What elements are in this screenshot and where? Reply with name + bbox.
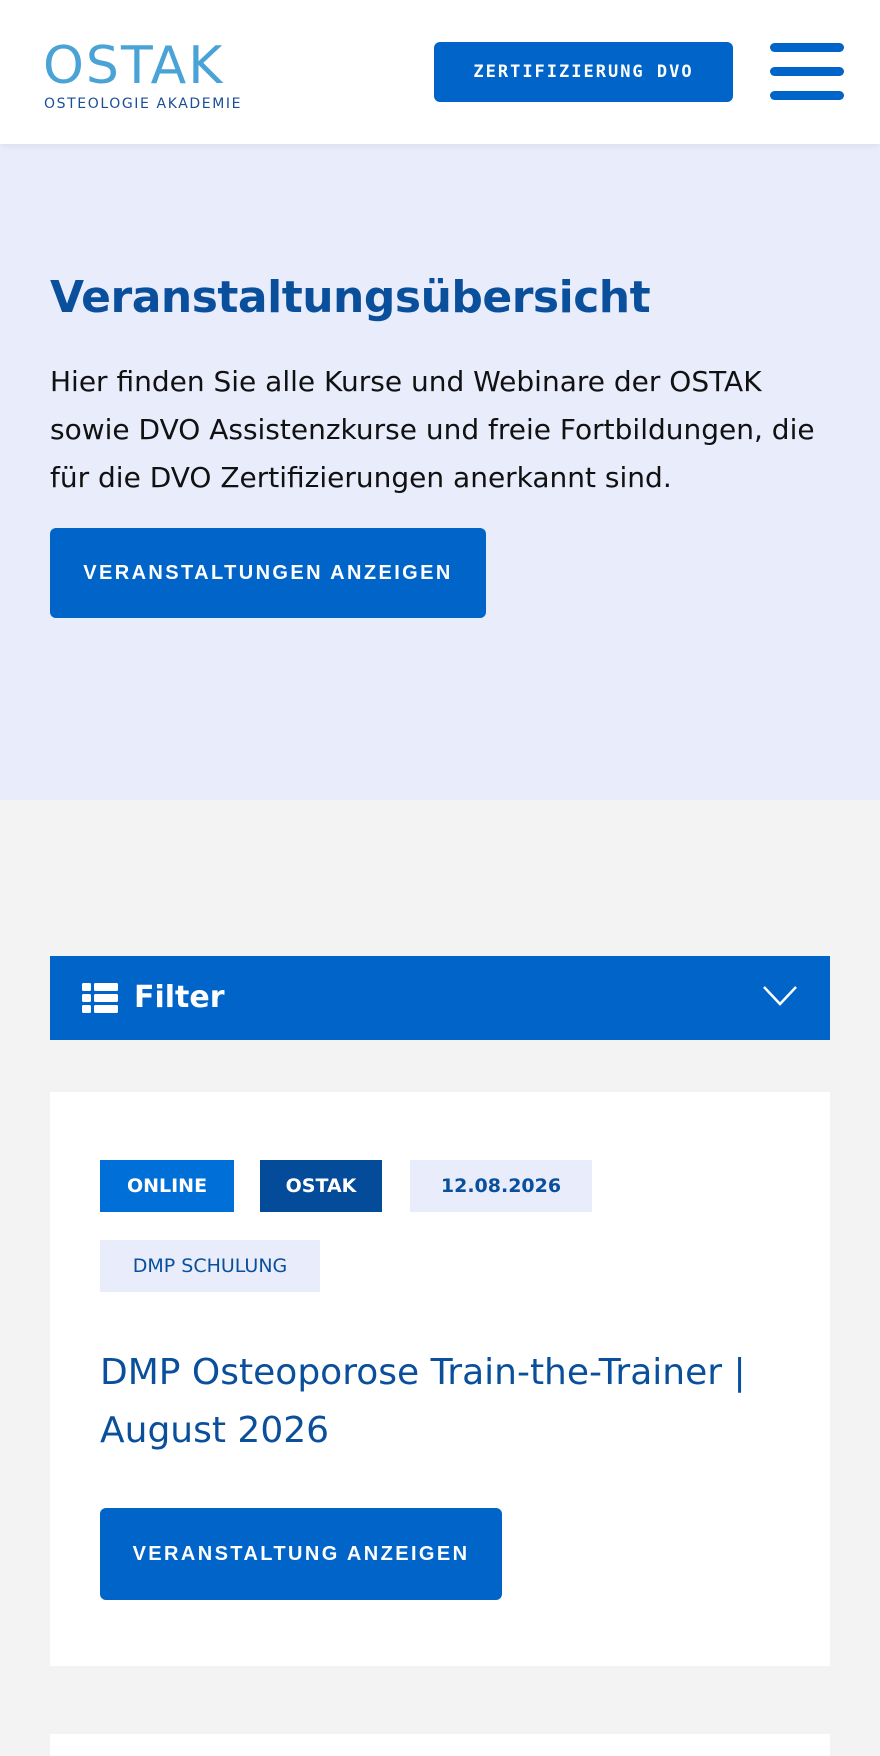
- show-events-button[interactable]: VERANSTALTUNGEN ANZEIGEN: [50, 528, 486, 618]
- filter-label: Filter: [134, 980, 225, 1015]
- show-event-button[interactable]: VERANSTALTUNG ANZEIGEN: [100, 1508, 502, 1600]
- logo-wordmark: OSTAK: [43, 36, 225, 96]
- event-tag-provider[interactable]: OSTAK: [260, 1160, 382, 1212]
- event-title[interactable]: DMP Osteoporose Train-the-Trainer | Augu…: [100, 1344, 780, 1460]
- event-tag-format[interactable]: ONLINE: [100, 1160, 234, 1212]
- chevron-down-icon: [763, 986, 797, 1006]
- certification-dvo-button[interactable]: ZERTIFIZIERUNG DVO: [434, 42, 733, 102]
- next-event-card: [50, 1734, 830, 1756]
- event-card: ONLINE OSTAK 12.08.2026 DMP SCHULUNG DMP…: [50, 1092, 830, 1666]
- site-header: OSTAK OSTEOLOGIE AKADEMIE ZERTIFIZIERUNG…: [0, 0, 880, 144]
- hero-description: Hier finden Sie alle Kurse und Webinare …: [50, 365, 815, 494]
- menu-bar: [770, 91, 844, 100]
- list-icon: [82, 983, 118, 1013]
- menu-bar: [770, 67, 844, 76]
- page-title: Veranstaltungsübersicht: [50, 272, 651, 323]
- hamburger-menu-icon[interactable]: [770, 43, 844, 101]
- event-tag-date: 12.08.2026: [410, 1160, 592, 1212]
- menu-bar: [770, 43, 844, 52]
- hero-section: Veranstaltungsübersicht Hier finden Sie …: [0, 144, 880, 800]
- logo-subtitle: OSTEOLOGIE AKADEMIE: [44, 96, 243, 112]
- filter-toggle[interactable]: Filter: [50, 956, 830, 1040]
- event-tag-category[interactable]: DMP SCHULUNG: [100, 1240, 320, 1292]
- ostak-logo[interactable]: OSTAK OSTEOLOGIE AKADEMIE: [43, 40, 253, 116]
